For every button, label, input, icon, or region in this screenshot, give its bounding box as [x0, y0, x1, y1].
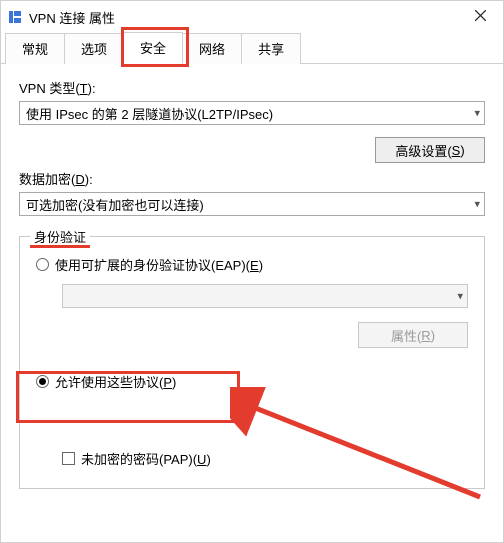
- titlebar: VPN 连接 属性: [1, 1, 503, 33]
- window-icon: [7, 9, 23, 25]
- authentication-groupbox: 身份验证 使用可扩展的身份验证协议(EAP)(E) ▾ 属性(R): [19, 236, 485, 489]
- allow-protocols-radio[interactable]: [36, 375, 49, 388]
- eap-properties-button: 属性(R): [358, 322, 468, 348]
- protocols-sublist: 未加密的密码(PAP)(U): [62, 449, 468, 468]
- encryption-select[interactable]: 可选加密(没有加密也可以连接) ▾: [19, 192, 485, 216]
- pap-checkbox-label: 未加密的密码(PAP)(U): [81, 449, 211, 468]
- tab-content-security: VPN 类型(T): 使用 IPsec 的第 2 层隧道协议(L2TP/IPse…: [1, 64, 503, 499]
- pap-checkbox-row[interactable]: 未加密的密码(PAP)(U): [62, 449, 468, 468]
- advanced-settings-button[interactable]: 高级设置(S): [375, 137, 485, 163]
- vpn-type-select[interactable]: 使用 IPsec 的第 2 层隧道协议(L2TP/IPsec) ▾: [19, 101, 485, 125]
- tabs-row: 常规 选项 安全 网络 共享: [1, 33, 503, 64]
- eap-radio-row[interactable]: 使用可扩展的身份验证协议(EAP)(E): [36, 255, 468, 274]
- close-icon: [475, 10, 486, 21]
- chevron-down-icon: ▾: [457, 290, 463, 303]
- vpn-type-label: VPN 类型(T):: [19, 78, 485, 97]
- tab-sharing[interactable]: 共享: [241, 33, 301, 64]
- tab-network[interactable]: 网络: [182, 33, 242, 64]
- allow-protocols-label: 允许使用这些协议(P): [55, 372, 176, 391]
- encryption-value: 可选加密(没有加密也可以连接): [26, 195, 204, 214]
- authentication-legend: 身份验证: [30, 227, 90, 246]
- close-button[interactable]: [458, 1, 503, 29]
- chevron-down-icon: ▾: [474, 107, 480, 120]
- eap-radio-label: 使用可扩展的身份验证协议(EAP)(E): [55, 255, 263, 274]
- pap-checkbox[interactable]: [62, 452, 75, 465]
- vpn-type-value: 使用 IPsec 的第 2 层隧道协议(L2TP/IPsec): [26, 104, 273, 123]
- properties-dialog: VPN 连接 属性 常规 选项 安全 网络 共享 VPN 类型(T): 使用 I…: [0, 0, 504, 543]
- tab-options[interactable]: 选项: [64, 33, 124, 64]
- annotation-arrow: [230, 387, 490, 507]
- tab-general[interactable]: 常规: [5, 33, 65, 64]
- allow-protocols-radio-row[interactable]: 允许使用这些协议(P): [36, 372, 468, 391]
- window-title: VPN 连接 属性: [29, 8, 115, 27]
- tab-security[interactable]: 安全: [123, 32, 183, 64]
- eap-method-select[interactable]: ▾: [62, 284, 468, 308]
- encryption-label: 数据加密(D):: [19, 169, 485, 188]
- chevron-down-icon: ▾: [474, 198, 480, 211]
- eap-radio[interactable]: [36, 258, 49, 271]
